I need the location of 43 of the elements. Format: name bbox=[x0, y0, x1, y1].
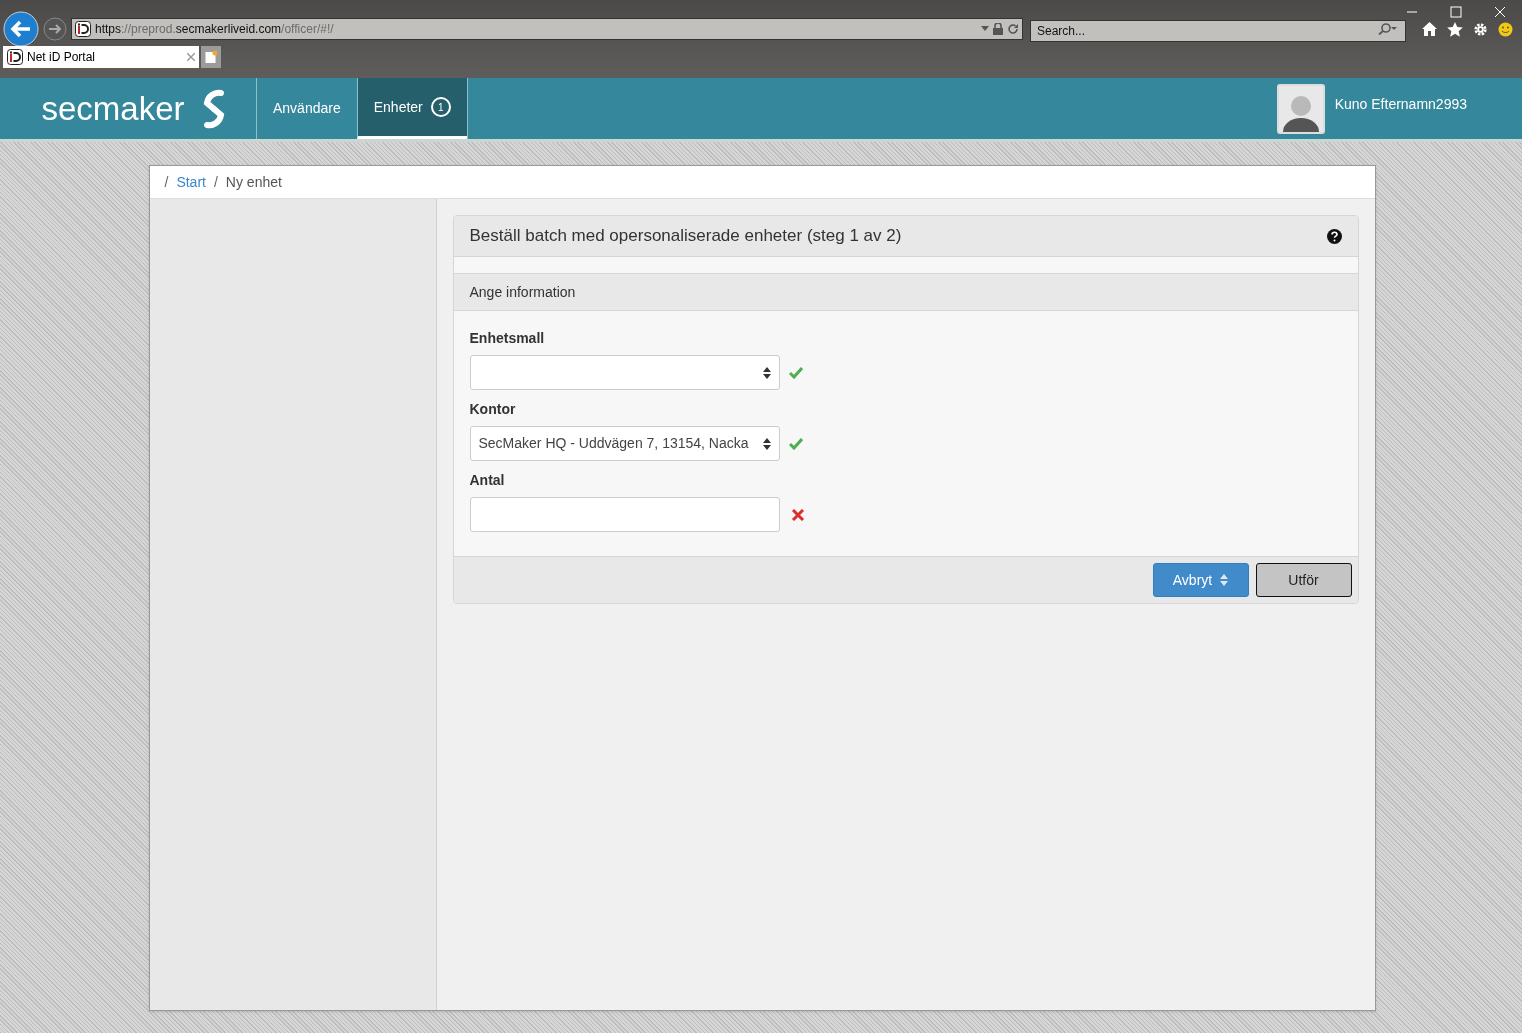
section-heading: Ange information bbox=[469, 282, 576, 302]
browser-tab[interactable]: Net iD Portal bbox=[3, 46, 199, 68]
avatar-placeholder[interactable] bbox=[1276, 84, 1325, 134]
address-bar[interactable]: https://preprod.secmakerliveid.com/officer/#!/ bbox=[71, 18, 1023, 40]
primary-button[interactable]: Avbryt bbox=[1152, 563, 1249, 597]
breadcrumb-separator: / bbox=[164, 172, 169, 192]
input-field[interactable] bbox=[469, 497, 780, 532]
sort-icon bbox=[1220, 574, 1229, 586]
logo-text: secmaker bbox=[41, 92, 185, 125]
url-text: secmakerliveid.com bbox=[175, 22, 282, 36]
star-icon[interactable] bbox=[1447, 21, 1463, 37]
nav-tab[interactable]: Användare bbox=[256, 78, 357, 139]
search-icon[interactable] bbox=[1378, 23, 1398, 35]
sort-icon bbox=[762, 437, 771, 450]
breadcrumb-link[interactable]: Start bbox=[176, 171, 206, 193]
panel-title: Beställ batch med opersonaliserade enheter (steg 1 av 2) bbox=[469, 225, 902, 248]
home-icon[interactable] bbox=[1422, 22, 1437, 36]
help-icon[interactable] bbox=[1326, 228, 1342, 244]
lock-icon bbox=[993, 23, 1003, 35]
search-field[interactable]: Search... bbox=[1030, 20, 1406, 42]
breadcrumb-current: Ny enhet bbox=[225, 172, 282, 192]
select-field[interactable] bbox=[469, 355, 780, 390]
maximize-icon[interactable] bbox=[1450, 6, 1462, 18]
count-badge: 1 bbox=[430, 97, 451, 117]
url-text: https bbox=[95, 22, 121, 36]
sort-icon bbox=[762, 366, 771, 379]
breadcrumb-separator: / bbox=[213, 172, 218, 192]
refresh-icon[interactable] bbox=[1007, 23, 1019, 35]
url-text: ://preprod. bbox=[121, 22, 176, 36]
field-label: Antal bbox=[469, 471, 506, 490]
id-logo-icon bbox=[75, 21, 91, 37]
settings-icon[interactable] bbox=[1473, 21, 1488, 37]
button[interactable]: Utför bbox=[1255, 563, 1352, 597]
id-logo-icon bbox=[7, 49, 23, 65]
nav-tab[interactable]: Enheter 1 bbox=[356, 78, 467, 139]
smiley-icon[interactable] bbox=[1498, 21, 1513, 37]
select-value: SecMaker HQ - Uddvägen 7, 13154, Nacka bbox=[478, 434, 749, 453]
select-field[interactable]: SecMaker HQ - Uddvägen 7, 13154, Nacka bbox=[469, 426, 780, 461]
dropdown-caret-icon[interactable] bbox=[981, 26, 989, 32]
field-label: Enhetsmall bbox=[469, 329, 546, 348]
user-name[interactable]: Kuno Efternamn2993 bbox=[1334, 94, 1467, 115]
field-label: Kontor bbox=[469, 400, 517, 419]
url-text: /officer/#!/ bbox=[281, 22, 334, 36]
